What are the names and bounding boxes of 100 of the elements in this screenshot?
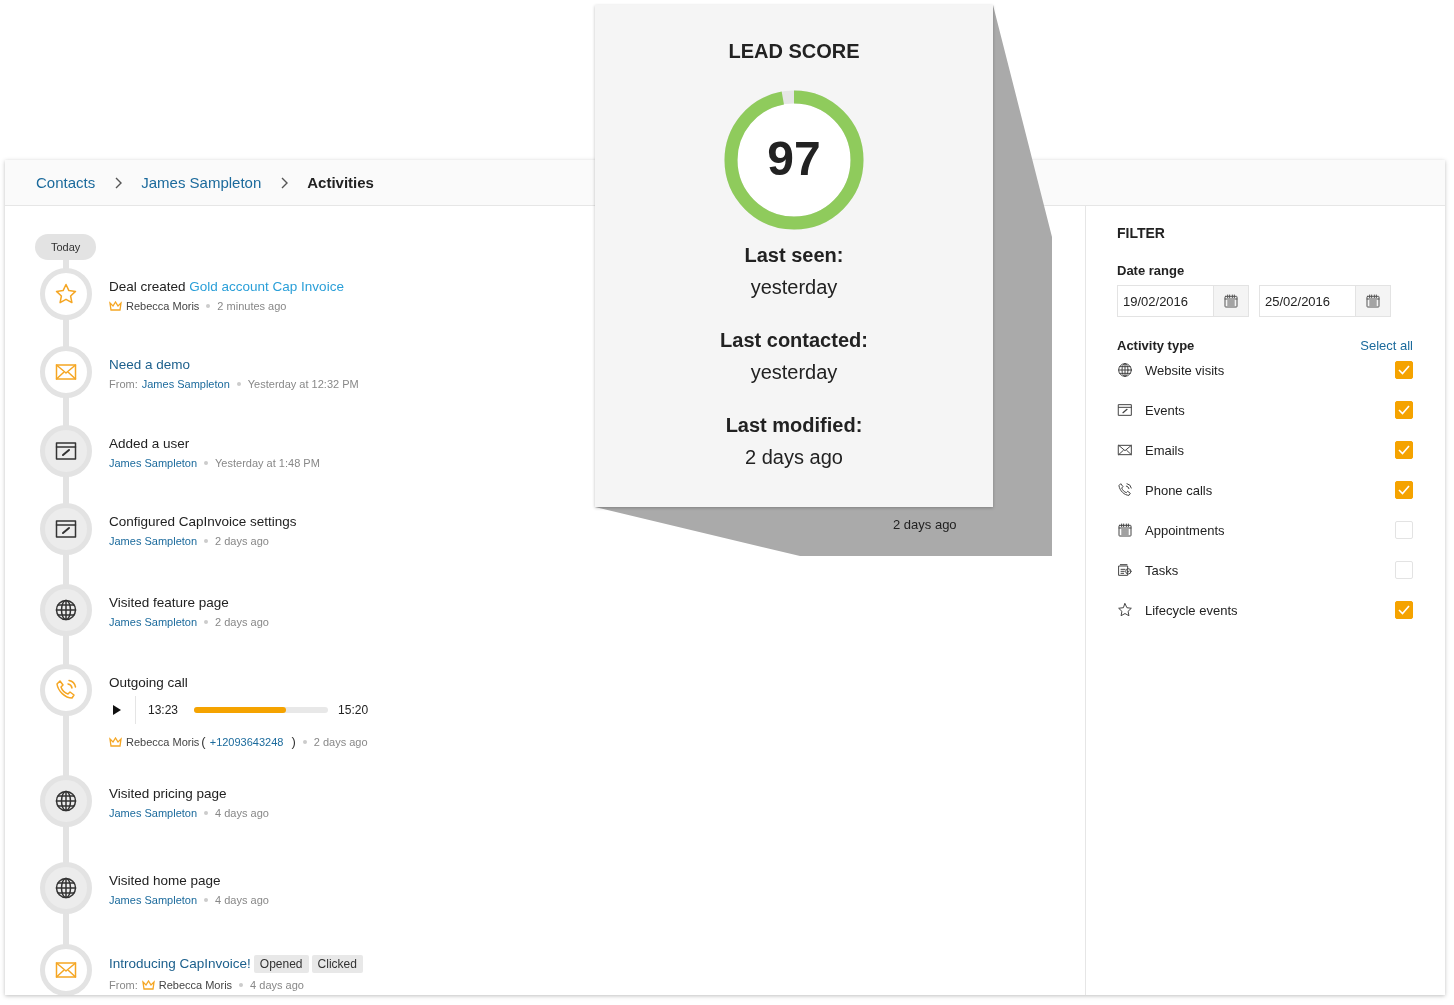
activity-title: Visited pricing page [109, 786, 227, 801]
activity-title: Deal created [109, 279, 187, 294]
from-label: From: [109, 979, 138, 991]
status-tag: Opened [253, 955, 309, 973]
star-icon [1117, 602, 1133, 618]
star-icon [54, 282, 78, 306]
activity-time: 4 days ago [215, 807, 269, 819]
breadcrumb-current: Activities [307, 174, 374, 191]
separator-dot [204, 620, 209, 624]
activity-title: Outgoing call [109, 675, 188, 690]
activity-type-label: Emails [1145, 442, 1185, 458]
score-value: 97 [766, 131, 822, 186]
fact-label: Last seen: [743, 243, 845, 268]
parenthesis: ( [201, 734, 206, 749]
activity-type-label: Lifecycle events [1145, 602, 1239, 618]
activity-title: Configured CapInvoice settings [109, 514, 297, 529]
crown-icon [109, 736, 122, 747]
fact-value: 2 days ago [744, 445, 844, 470]
calendar-icon [1365, 293, 1381, 309]
separator-dot [204, 539, 209, 543]
checkbox[interactable] [1395, 481, 1413, 499]
from-label: From: [109, 378, 138, 390]
last-modified-value: 2 days ago [893, 517, 957, 532]
checkbox[interactable] [1395, 401, 1413, 419]
fact-label: Last contacted: [719, 328, 869, 353]
playback-progress[interactable] [194, 707, 287, 713]
phone-icon [54, 678, 78, 702]
activity-time: Yesterday at 1:48 PM [215, 457, 320, 469]
contact-link[interactable]: James Sampleton [109, 894, 198, 906]
filter-heading: FILTER [1117, 225, 1166, 241]
activity-link[interactable]: Need a demo [109, 357, 191, 372]
chevron-icon [280, 176, 289, 189]
globe-icon [54, 789, 78, 813]
current-time: 13:23 [148, 703, 179, 717]
separator-dot [204, 898, 209, 902]
status-tag: Clicked [311, 955, 363, 973]
activity-type-label: Appointments [1145, 522, 1226, 538]
browser-window-icon [1117, 402, 1133, 418]
calendar-icon [1223, 293, 1239, 309]
activity-time: 4 days ago [250, 979, 304, 991]
globe-icon [54, 876, 78, 900]
breadcrumb-link[interactable]: Contacts [36, 174, 96, 191]
fact-value: yesterday [749, 275, 839, 300]
fact-label: Last modified: [724, 413, 864, 438]
envelope-icon [1117, 442, 1133, 458]
parenthesis: ) [291, 734, 296, 749]
activity-type-label: Tasks [1145, 562, 1180, 578]
activity-time: 2 minutes ago [217, 300, 287, 312]
date-marker: Today [35, 234, 97, 260]
calendar-button[interactable] [1213, 285, 1249, 317]
phone-link[interactable]: +12093643248 [209, 735, 284, 748]
separator-dot [239, 983, 244, 987]
lead-score-title: LEAD SCORE [727, 40, 861, 63]
select-all-link[interactable]: Select all [1360, 338, 1413, 353]
activity-type-heading: Activity type [1117, 338, 1195, 353]
phone-icon [1117, 482, 1133, 498]
activity-time: Yesterday at 12:32 PM [247, 378, 359, 390]
separator-dot [302, 739, 307, 744]
contact-link[interactable]: James Sampleton [109, 807, 198, 819]
user-name: Rebecca Moris [126, 735, 200, 748]
activity-type-label: Events [1145, 402, 1186, 418]
separator-dot [204, 461, 209, 465]
total-time: 15:20 [338, 703, 369, 717]
checkbox[interactable] [1395, 361, 1413, 379]
browser-window-icon [54, 439, 78, 463]
date-field[interactable]: 19/02/2016 [1117, 285, 1213, 317]
checkbox[interactable] [1395, 441, 1413, 459]
activity-time: 2 days ago [313, 735, 368, 748]
contact-link[interactable]: James Sampleton [109, 535, 198, 547]
document-check-icon [1117, 562, 1133, 578]
play-icon[interactable] [113, 705, 121, 715]
activity-time: 4 days ago [215, 894, 269, 906]
activity-title: Visited feature page [109, 595, 229, 610]
chevron-icon [114, 176, 123, 189]
separator-dot [204, 811, 209, 815]
activity-link[interactable]: Introducing CapInvoice! [109, 956, 251, 971]
contact-link[interactable]: James Sampleton [141, 378, 230, 390]
user-name: Rebecca Moris [126, 300, 200, 312]
activity-type-label: Phone calls [1145, 482, 1214, 498]
user-name: Rebecca Moris [158, 979, 233, 991]
calendar-icon [1117, 522, 1133, 538]
activity-title: Visited home page [109, 873, 221, 888]
calendar-button[interactable] [1355, 285, 1391, 317]
separator-dot [206, 304, 211, 308]
contact-link[interactable]: James Sampleton [109, 616, 198, 628]
globe-icon [54, 598, 78, 622]
activity-time: 2 days ago [215, 535, 269, 547]
activity-type-label: Website visits [1145, 362, 1226, 378]
breadcrumb-link[interactable]: James Sampleton [141, 174, 262, 191]
crown-icon [109, 301, 122, 311]
globe-icon [1117, 362, 1133, 378]
date-range-label: Date range [1117, 263, 1186, 278]
activity-title: Added a user [109, 436, 190, 451]
crown-icon [141, 980, 155, 990]
browser-window-icon [54, 517, 78, 541]
contact-link[interactable]: James Sampleton [109, 457, 198, 469]
fact-value: yesterday [749, 360, 839, 385]
activity-time: 2 days ago [215, 616, 269, 628]
date-field[interactable]: 25/02/2016 [1259, 285, 1355, 317]
checkbox[interactable] [1395, 601, 1413, 619]
